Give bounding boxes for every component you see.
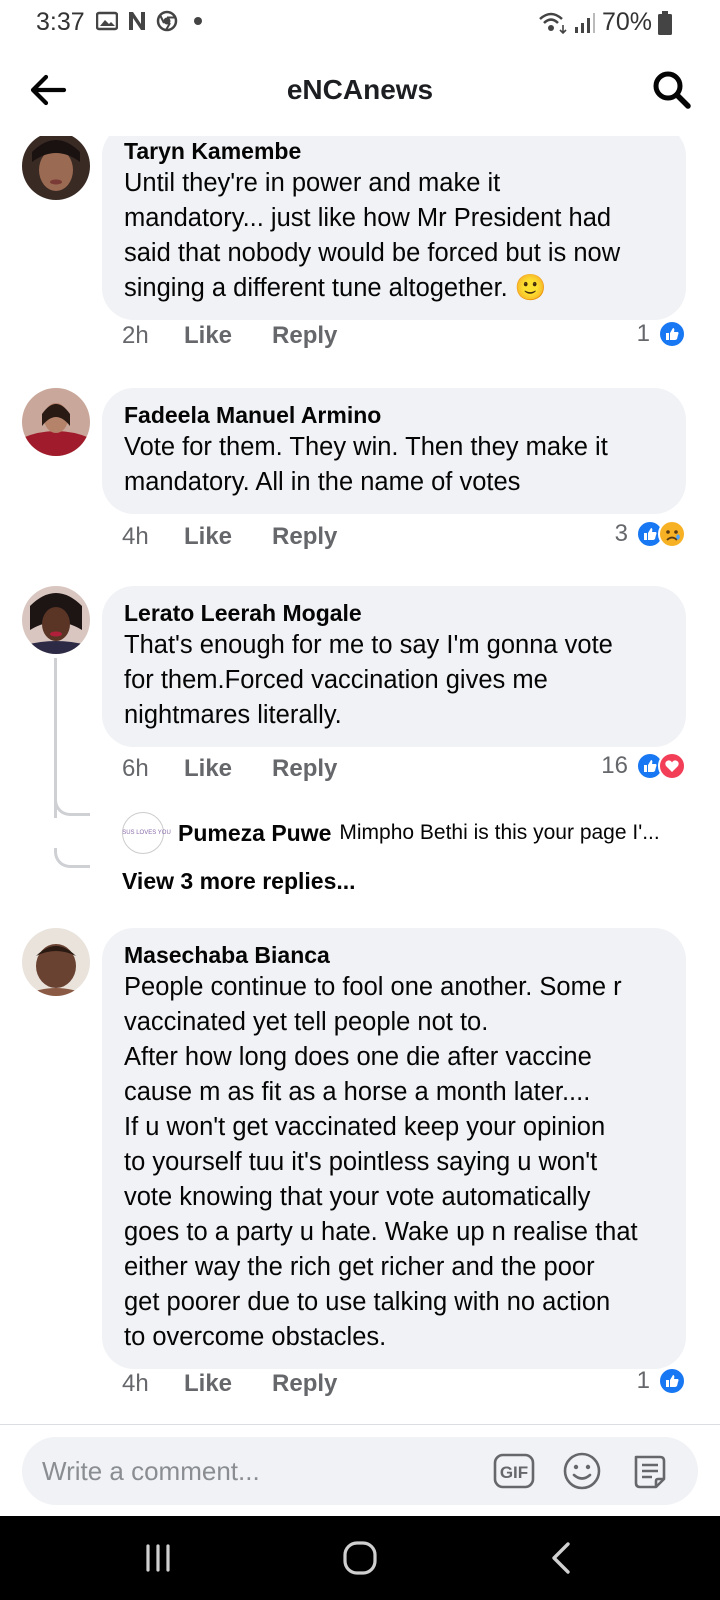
comment-author[interactable]: Fadeela Manuel Armino: [124, 400, 666, 430]
gif-label: GIF: [500, 1463, 528, 1482]
reply-avatar[interactable]: JESUS LOVES YOU: [122, 812, 171, 854]
reaction-count: 16: [601, 752, 628, 779]
emoji-icon[interactable]: [560, 1449, 604, 1493]
reply-text: Mimpho Bethi is this your page I'...: [339, 821, 660, 844]
netflix-icon: [129, 12, 145, 30]
sticker-icon[interactable]: [628, 1449, 672, 1493]
notification-icons: [96, 10, 202, 32]
avatar[interactable]: [22, 586, 90, 654]
comment-bubble[interactable]: Fadeela Manuel Armino Vote for them. The…: [102, 388, 686, 514]
status-time: 3:37: [36, 8, 85, 36]
comment-actions: 4h Like Reply: [122, 1370, 377, 1398]
status-right: 70%: [538, 8, 672, 37]
thread-line: [54, 658, 57, 818]
system-nav-bar: [0, 1516, 720, 1600]
comment-bubble[interactable]: Taryn Kamembe Until they're in power and…: [102, 136, 686, 320]
like-button[interactable]: Like: [184, 1370, 232, 1398]
reply-author[interactable]: Pumeza Puwe: [178, 820, 331, 847]
home-icon[interactable]: [338, 1536, 382, 1580]
comment-time[interactable]: 4h: [122, 1370, 184, 1398]
status-bar: 3:37 70%: [0, 0, 720, 46]
reaction-summary[interactable]: 1: [637, 320, 686, 348]
thread-branch: [54, 796, 90, 816]
comment-composer: GIF: [0, 1424, 720, 1516]
comment-actions: 4h Like Reply: [122, 523, 377, 551]
avatar[interactable]: [22, 388, 90, 456]
view-more-replies-link[interactable]: View 3 more replies...: [122, 868, 356, 895]
comment-author[interactable]: Masechaba Bianca: [124, 940, 666, 970]
reaction-count: 1: [636, 320, 650, 347]
thread-branch: [54, 848, 90, 868]
reaction-count: 1: [636, 1367, 650, 1394]
recent-apps-icon[interactable]: [136, 1536, 180, 1580]
comment-author[interactable]: Lerato Leerah Mogale: [124, 598, 666, 628]
more-notifications-dot: [194, 17, 202, 25]
like-reaction-icon: [658, 320, 686, 348]
app-bar: eNCAnews: [0, 46, 720, 136]
like-reaction-icon: [658, 1367, 686, 1395]
love-reaction-icon: [658, 752, 686, 780]
comment-time[interactable]: 6h: [122, 755, 184, 783]
comment-input[interactable]: [42, 1437, 482, 1505]
gallery-icon: [96, 11, 118, 31]
reply-button[interactable]: Reply: [272, 1370, 337, 1398]
reaction-summary[interactable]: 3: [615, 520, 686, 548]
comment-text: People continue to fool one another. Som…: [124, 973, 638, 1351]
comment-text: Vote for them. They win. Then they make …: [124, 433, 608, 496]
reply-button[interactable]: Reply: [272, 523, 337, 551]
battery-percent: 70%: [601, 8, 652, 36]
comment-author[interactable]: Taryn Kamembe: [124, 136, 666, 166]
signal-icon: [574, 12, 595, 33]
reaction-summary[interactable]: 1: [637, 1367, 686, 1395]
avatar[interactable]: [22, 928, 90, 996]
comment-text: Until they're in power and make it manda…: [124, 169, 621, 302]
comment-time[interactable]: 2h: [122, 322, 184, 350]
comment-text: That's enough for me to say I'm gonna vo…: [124, 631, 613, 729]
reply-button[interactable]: Reply: [272, 322, 337, 350]
comment-bubble[interactable]: Masechaba Bianca People continue to fool…: [102, 928, 686, 1369]
reaction-count: 3: [614, 520, 628, 547]
reply-button[interactable]: Reply: [272, 755, 337, 783]
like-button[interactable]: Like: [184, 322, 232, 350]
chrome-icon: [156, 10, 178, 32]
like-button[interactable]: Like: [184, 523, 232, 551]
avatar[interactable]: [22, 136, 90, 200]
comment-time[interactable]: 4h: [122, 523, 184, 551]
battery-icon: [658, 10, 672, 35]
gif-icon[interactable]: GIF: [492, 1449, 536, 1493]
search-icon[interactable]: [650, 68, 694, 112]
comment-bubble[interactable]: Lerato Leerah Mogale That's enough for m…: [102, 586, 686, 747]
sad-reaction-icon: [658, 520, 686, 548]
comments-list[interactable]: Taryn Kamembe Until they're in power and…: [0, 136, 720, 1424]
comment-actions: 6h Like Reply: [122, 755, 377, 783]
page-title: eNCAnews: [286, 74, 434, 105]
back-nav-icon[interactable]: [540, 1536, 584, 1580]
like-button[interactable]: Like: [184, 755, 232, 783]
reply-preview[interactable]: JESUS LOVES YOU Pumeza Puwe Mimpho Bethi…: [122, 812, 702, 854]
comment-actions: 2h Like Reply: [122, 322, 377, 350]
composer-box[interactable]: GIF: [22, 1437, 698, 1505]
reaction-summary[interactable]: 16: [601, 752, 686, 780]
wifi-icon: [539, 12, 567, 34]
